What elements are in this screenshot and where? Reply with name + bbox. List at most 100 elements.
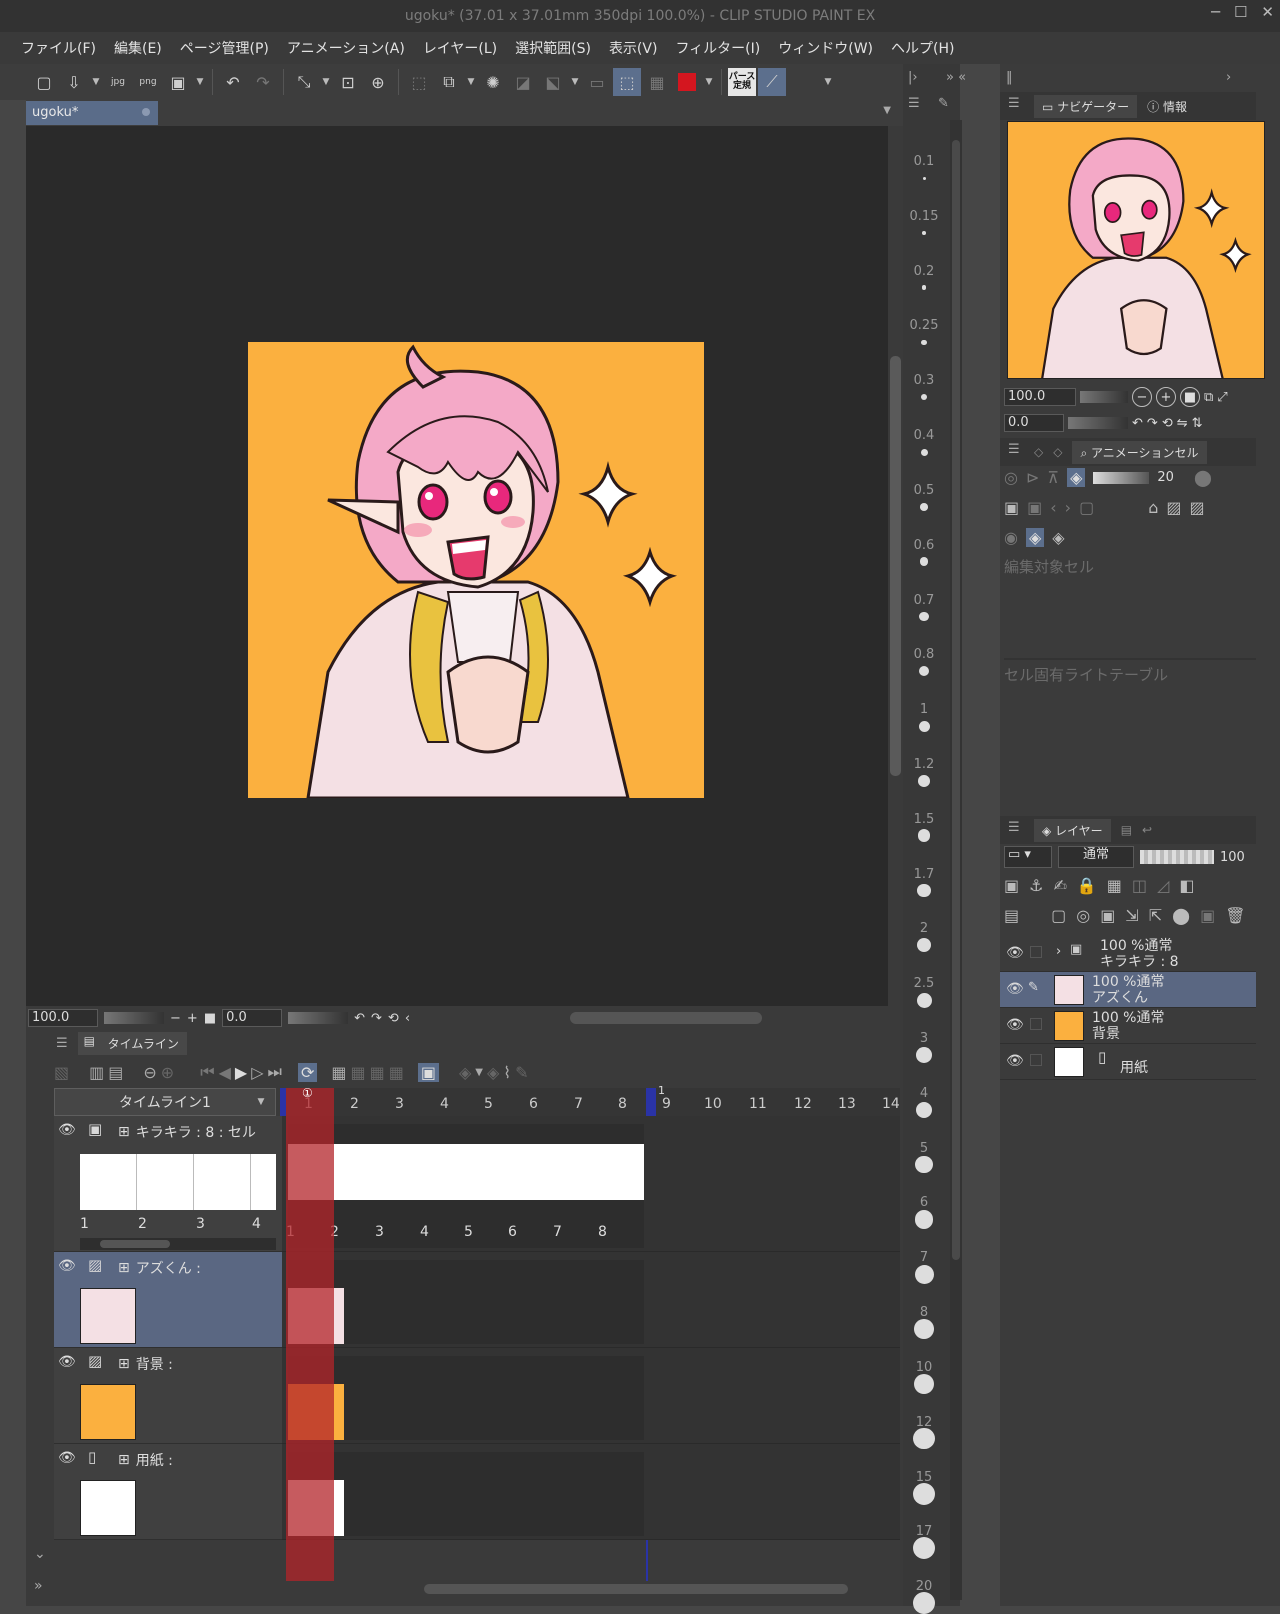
layer-row-paper[interactable]: 👁 ▯ 用紙 [1000, 1044, 1256, 1080]
navigator-zoom-slider[interactable] [1080, 391, 1128, 403]
zoom-preset-label[interactable]: 2 [905, 921, 943, 936]
frame-ruler[interactable]: 1 2 3 4 5 6 7 8 9 10 11 12 13 14 [282, 1088, 900, 1116]
zoom-preset-dot[interactable] [916, 938, 932, 953]
eye-icon[interactable]: 👁 [1006, 1053, 1024, 1069]
zoom-preset-dot[interactable] [919, 611, 929, 622]
zoom-preset-label[interactable]: 3 [905, 1031, 943, 1046]
zoom-preset-label[interactable]: 0.8 [905, 647, 943, 662]
layer-checkbox[interactable] [1030, 1054, 1042, 1066]
tab-search-icon[interactable]: ◇ [1053, 445, 1062, 459]
end-frame-marker[interactable]: 1 [646, 1084, 665, 1116]
export-image-icon[interactable]: ▣ [164, 68, 192, 96]
zoom-preset-label[interactable]: 1.5 [905, 812, 943, 827]
layer-row-background[interactable]: 👁 100 %通常 背景 [1000, 1008, 1256, 1044]
zoom-preset-dot[interactable] [922, 176, 926, 180]
play-icon[interactable]: ▶ [235, 1063, 247, 1082]
expand-icon[interactable]: ⬕ [539, 68, 567, 96]
export-png-icon[interactable]: png [134, 68, 162, 96]
eye-icon[interactable]: 👁 [58, 1354, 76, 1370]
zoom-preset-label[interactable]: 0.3 [905, 373, 943, 388]
snap-icon[interactable]: ⟋ [758, 68, 786, 96]
zoom-preset-dot[interactable] [918, 775, 930, 787]
layers-icon[interactable]: ◈ [1067, 468, 1086, 487]
zoom-preset-label[interactable]: 0.7 [905, 593, 943, 608]
cel-strip[interactable] [80, 1154, 276, 1210]
chevron-down-icon[interactable]: ▼ [320, 77, 332, 87]
prev-cel-icon[interactable]: ⊳ [1026, 468, 1039, 487]
zoom-preset-label[interactable]: 1 [905, 702, 943, 717]
zoom-preset-label[interactable]: 0.6 [905, 538, 943, 553]
layer-checkbox[interactable] [1030, 946, 1042, 958]
new-timeline-icon[interactable]: ▧ [54, 1063, 69, 1082]
export-jpg-icon[interactable]: jpg [104, 68, 132, 96]
reset-rotation-icon[interactable]: ⟲ [388, 1011, 399, 1026]
menu-icon[interactable]: ☰ [56, 1036, 68, 1051]
last-frame-icon[interactable]: ⏭ [268, 1062, 282, 1082]
enable-keyframe-icon[interactable]: ◈ [487, 1063, 499, 1082]
menu-icon[interactable]: ☰ [1008, 820, 1020, 835]
stop-icon[interactable]: ■ [204, 1011, 216, 1026]
rotate-left-icon[interactable]: ↶ [1132, 416, 1143, 431]
zoom-field[interactable]: 100.0 [28, 1009, 98, 1027]
onion-skin-icon[interactable]: ◎ [1004, 468, 1018, 487]
opacity-value[interactable]: 100 [1220, 850, 1245, 865]
expand-right-icon[interactable]: » « [946, 70, 966, 85]
blend-mode-dropdown[interactable]: 通常 [1058, 846, 1134, 868]
color-icon[interactable]: ⬤ [1194, 468, 1212, 487]
tab-auto-action-icon[interactable]: ↩ [1142, 823, 1152, 837]
track-frames-paper[interactable] [282, 1444, 900, 1540]
expand-icon[interactable]: ⊞ [118, 1356, 130, 1372]
tab-animation-cel[interactable]: ⌕ アニメーションセル [1072, 440, 1207, 464]
chevron-double-down-icon[interactable]: » [34, 1578, 43, 1594]
transform-icon[interactable]: ⤡ [290, 68, 318, 96]
zoom-icon[interactable]: ⊕ [364, 68, 392, 96]
timeline-horizontal-scrollbar[interactable] [424, 1584, 848, 1594]
mask-icon[interactable]: ◫ [1132, 876, 1147, 895]
invert-icon[interactable]: ◪ [509, 68, 537, 96]
chevron-down-icon[interactable]: ▼ [194, 77, 206, 87]
apply-mask-icon[interactable]: ▣ [1200, 906, 1215, 925]
eye-icon[interactable]: 👁 [58, 1258, 76, 1274]
combine-icon[interactable]: ⇱ [1149, 906, 1162, 925]
minimize-icon[interactable]: ─ [1211, 3, 1220, 21]
chevron-down-icon[interactable]: ▼ [883, 105, 891, 116]
import-icon[interactable]: ⇩ [60, 68, 88, 96]
menu-icon[interactable]: ☰ [908, 96, 920, 111]
new-animation-folder-icon[interactable]: ▥ [89, 1063, 104, 1082]
flip-horizontal-icon[interactable]: ⇋ [1177, 416, 1188, 431]
zoom-preset-dot[interactable] [915, 1101, 933, 1119]
zoom-preset-label[interactable]: 1.2 [905, 757, 943, 772]
rotation-slider[interactable] [288, 1012, 349, 1024]
cel-icon[interactable]: ▦ [370, 1063, 385, 1082]
rotate-right-icon[interactable]: ↷ [1147, 416, 1158, 431]
zoom-preset-label[interactable]: 2.5 [905, 976, 943, 991]
ruler-snap-icon[interactable]: ⬚ [613, 68, 641, 96]
zoom-preset-label[interactable]: 0.2 [905, 264, 943, 279]
zoom-preset-dot[interactable] [914, 1264, 934, 1284]
loop-icon[interactable]: ⟳ [297, 1062, 318, 1082]
clear-icon[interactable]: ▨ [1189, 498, 1204, 517]
first-frame-icon[interactable]: ⏮ [200, 1062, 214, 1082]
document-tab[interactable]: ugoku* [26, 101, 158, 125]
actual-size-icon[interactable]: ■ [1180, 387, 1200, 407]
next-cel-icon[interactable]: ⊼ [1047, 468, 1059, 487]
delete-layer-icon[interactable]: 🗑 [1225, 906, 1245, 925]
tab-info[interactable]: ⓘ 情報 [1147, 98, 1187, 115]
zoom-out-icon[interactable]: − [1132, 387, 1152, 407]
opacity-slider[interactable] [1140, 850, 1214, 864]
pen-icon[interactable]: ✎ [1028, 980, 1039, 995]
draft-icon[interactable]: ✍ [1053, 876, 1066, 895]
lock-transparency-icon[interactable]: ▦ [1107, 876, 1122, 895]
menu-page[interactable]: ページ管理(P) [171, 38, 278, 58]
track-header-kirakira[interactable]: 👁 ▣ ⊞ キラキラ : 8 : セル 1 2 3 4 [54, 1116, 282, 1252]
menu-animation[interactable]: アニメーション(A) [278, 38, 414, 58]
tab-navigator[interactable]: ▭ ナビゲーター [1034, 94, 1138, 118]
eye-icon[interactable]: 👁 [1006, 1017, 1024, 1033]
zoom-preset-dot[interactable] [916, 1047, 932, 1063]
light-table-canvas-icon[interactable]: ◈ [1052, 528, 1064, 547]
zoom-preset-label[interactable]: 4 [905, 1086, 943, 1101]
menu-filter[interactable]: フィルター(I) [666, 38, 769, 58]
zoom-preset-dot[interactable] [915, 1155, 933, 1174]
onion-count[interactable]: 20 [1157, 470, 1174, 485]
artwork-canvas[interactable] [248, 342, 704, 798]
